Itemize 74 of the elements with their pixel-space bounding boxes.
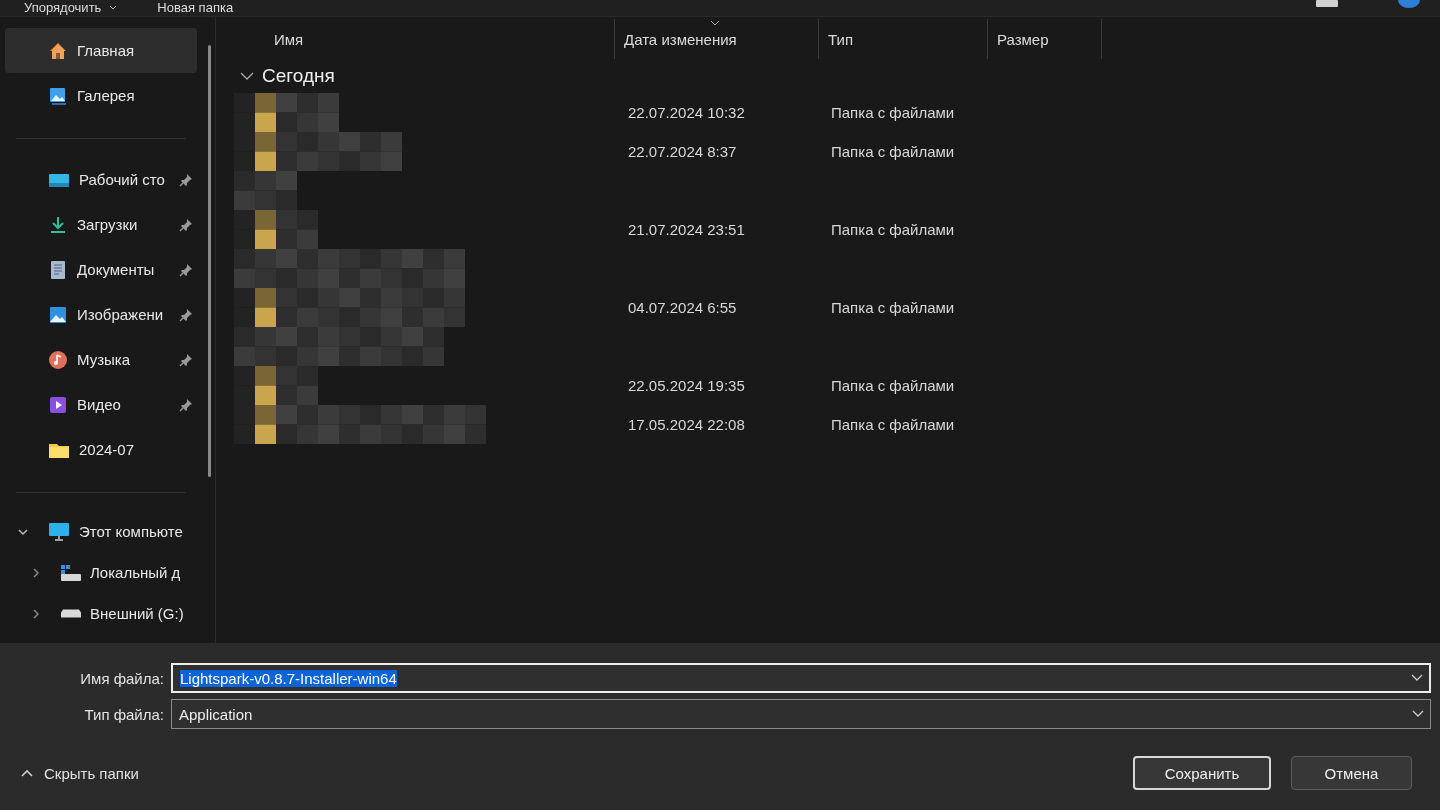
toolbar-button[interactable]: Новая папка bbox=[157, 0, 234, 15]
column-header[interactable]: Дата изменения bbox=[615, 19, 819, 59]
sidebar-label: Загрузки bbox=[77, 216, 138, 233]
type-cell: Папка с файлами bbox=[831, 416, 955, 433]
sidebar-label: Галерея bbox=[77, 87, 135, 104]
sidebar-item[interactable]: Документы bbox=[5, 247, 197, 292]
column-header[interactable]: Имя bbox=[230, 19, 615, 59]
tree-item[interactable]: Внешний (G:) bbox=[5, 593, 197, 634]
type-cell: Папка с файлами bbox=[831, 377, 955, 394]
sidebar-item[interactable]: Музыка bbox=[5, 337, 197, 382]
sidebar-item[interactable]: Загрузки bbox=[5, 202, 197, 247]
drive-icon bbox=[60, 563, 82, 582]
type-cell: Папка с файлами bbox=[831, 143, 955, 160]
date-cell-text: 22.07.2024 8:37 bbox=[628, 143, 738, 160]
sidebar-item[interactable]: 2024-07 bbox=[5, 427, 197, 472]
group-label: Сегодня bbox=[262, 65, 335, 87]
sidebar-item[interactable]: Видео bbox=[5, 382, 197, 427]
drive-icon bbox=[60, 609, 82, 618]
sidebar-label: Документы bbox=[77, 261, 155, 278]
column-header[interactable]: Тип bbox=[819, 19, 988, 59]
help-icon[interactable] bbox=[1398, 0, 1420, 8]
dialog-button[interactable]: Сохранить bbox=[1133, 756, 1271, 790]
monitor-icon bbox=[48, 521, 70, 542]
sidebar-label: Рабочий сто bbox=[79, 171, 165, 188]
sidebar-label: Локальный д bbox=[90, 564, 181, 581]
home-icon bbox=[48, 40, 68, 61]
gallery-icon bbox=[48, 85, 68, 106]
sidebar-label: Этот компьюте bbox=[79, 523, 183, 540]
column-label: Имя bbox=[274, 30, 304, 48]
sidebar-item[interactable]: Галерея bbox=[5, 73, 197, 118]
column-label: Тип bbox=[828, 30, 853, 48]
tree-item[interactable]: Локальный д bbox=[5, 552, 197, 593]
chevron-icon[interactable] bbox=[1411, 674, 1423, 682]
sidebar-item[interactable]: Главная bbox=[5, 28, 197, 73]
date-cell-text: 22.05.2024 19:35 bbox=[628, 377, 746, 394]
type-cell: Папка с файлами bbox=[831, 221, 955, 238]
chevron-icon[interactable] bbox=[240, 71, 254, 81]
view-icon[interactable] bbox=[1316, 0, 1338, 8]
sidebar-label: Музыка bbox=[77, 351, 131, 368]
tree-item[interactable]: Этот компьюте bbox=[5, 511, 197, 552]
type-cell: Папка с файлами bbox=[831, 299, 955, 316]
sidebar-label: Главная bbox=[77, 42, 135, 59]
chevron-icon[interactable] bbox=[30, 566, 42, 579]
sidebar-label: 2024-07 bbox=[79, 441, 135, 458]
group-header[interactable]: Сегодня bbox=[230, 59, 335, 93]
date-cell-text: 22.07.2024 10:32 bbox=[628, 104, 746, 121]
chevron-icon[interactable] bbox=[1412, 710, 1424, 718]
column-label: Дата изменения bbox=[624, 30, 737, 48]
toolbar-button[interactable]: Упорядочить bbox=[24, 0, 118, 15]
field-label: Тип файла: bbox=[83, 705, 165, 723]
sidebar-label: Видео bbox=[77, 396, 121, 413]
file-name-field[interactable]: Lightspark-v0.8.7-Installer-win64 bbox=[171, 663, 1431, 693]
document-icon bbox=[48, 259, 68, 280]
sidebar-label: Внешний (G:) bbox=[90, 605, 184, 622]
file-type-dropdown[interactable]: Application bbox=[171, 699, 1431, 729]
date-cell-text: 04.07.2024 6:55 bbox=[628, 299, 738, 316]
music-icon bbox=[48, 349, 68, 370]
date-cell-text: 17.05.2024 22:08 bbox=[628, 416, 746, 433]
type-cell: Папка с файлами bbox=[831, 104, 955, 121]
column-label: Размер bbox=[997, 30, 1049, 48]
scrollbar-thumb[interactable] bbox=[208, 45, 211, 477]
chevron-icon[interactable] bbox=[30, 607, 42, 620]
sidebar-item[interactable]: Рабочий сто bbox=[5, 157, 197, 202]
caret-icon bbox=[109, 5, 118, 10]
sidebar-item[interactable]: Изображени bbox=[5, 292, 197, 337]
column-header[interactable]: Размер bbox=[988, 19, 1102, 59]
video-icon bbox=[48, 394, 68, 415]
field-label: Имя файла: bbox=[79, 669, 165, 687]
dialog-button[interactable]: Отмена bbox=[1291, 756, 1412, 790]
download-icon bbox=[48, 214, 68, 235]
hide-folders-button[interactable]: Скрыть папки bbox=[18, 762, 141, 784]
picture-icon bbox=[48, 304, 68, 325]
date-cell-text: 21.07.2024 23:51 bbox=[628, 221, 746, 238]
sidebar-label: Изображени bbox=[77, 306, 164, 323]
